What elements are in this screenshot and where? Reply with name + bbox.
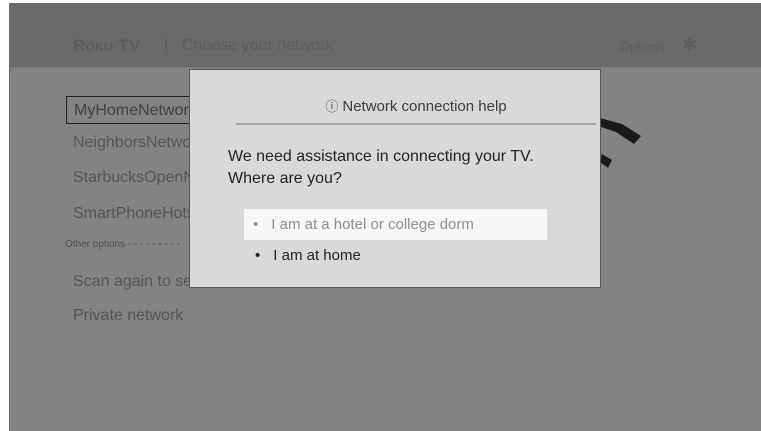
network-help-dialog: ⓘ Network connection help We need assista…: [189, 69, 601, 288]
choice-hotel-dorm[interactable]: • I am at a hotel or college dorm: [244, 209, 547, 240]
dialog-header: ⓘ Network connection help: [236, 95, 596, 125]
dialog-question: We need assistance in connecting your TV…: [228, 146, 588, 190]
other-options-label: Other options - - - - - - - - -: [65, 239, 181, 250]
tv-screen: Roku TV | Choose your network Options ✱ …: [9, 3, 761, 431]
dialog-title-text: Network connection help: [342, 98, 507, 115]
dialog-title: ⓘ Network connection help: [325, 98, 506, 115]
question-line-1: We need assistance in connecting your TV…: [228, 148, 534, 165]
bullet-icon: •: [253, 216, 259, 233]
bullet-icon: •: [255, 247, 261, 264]
choice-label: I am at home: [273, 247, 361, 264]
question-line-2: Where are you?: [228, 170, 342, 187]
info-icon: ⓘ: [325, 99, 339, 114]
private-network-item[interactable]: Private network: [66, 302, 183, 330]
choice-home[interactable]: • I am at home: [244, 240, 361, 271]
wifi-signal-icon: [598, 118, 641, 168]
choice-label: I am at a hotel or college dorm: [271, 216, 474, 233]
network-item[interactable]: NeighborsNetwork: [66, 129, 205, 157]
